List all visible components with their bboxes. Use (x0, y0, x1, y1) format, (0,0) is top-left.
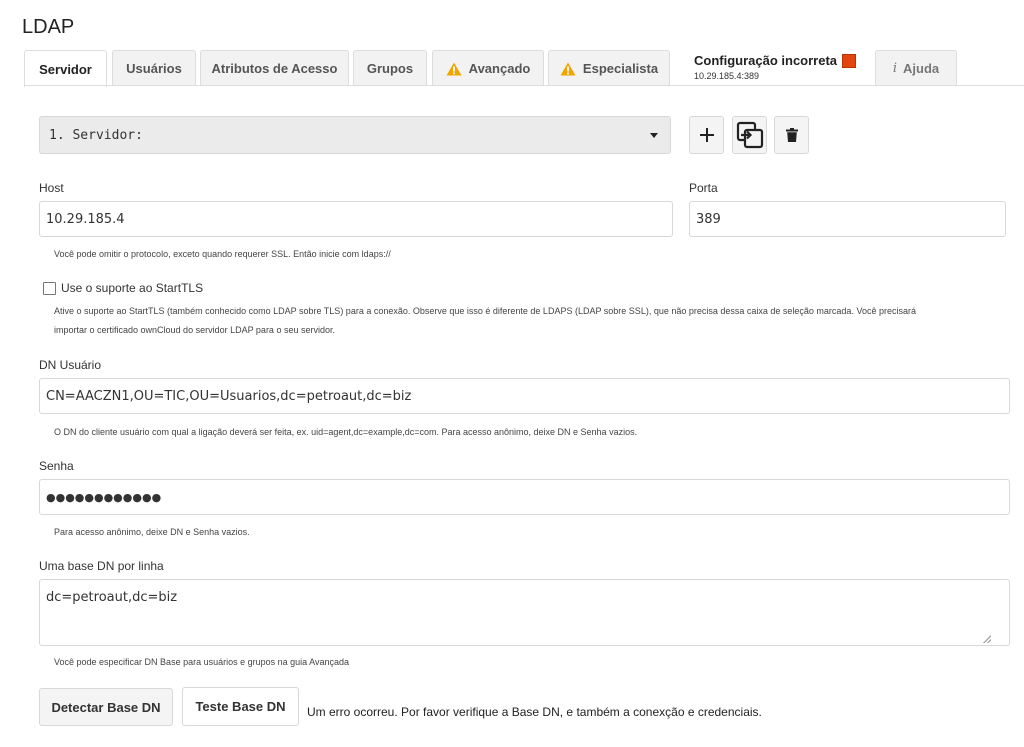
add-server-button[interactable] (689, 116, 724, 154)
user-dn-hint: O DN do cliente usuário com qual a ligaç… (54, 427, 638, 437)
base-dn-hint: Você pode especificar DN Base para usuár… (54, 657, 350, 667)
status-address: 10.29.185.4:389 (694, 71, 760, 81)
password-hint: Para acesso anônimo, deixe DN e Senha va… (54, 527, 250, 537)
status-indicator (842, 53, 857, 68)
info-icon: i (892, 61, 898, 76)
tab-atributos-de-acesso[interactable]: Atributos de Acesso (200, 50, 349, 86)
tab-usuarios[interactable]: Usuários (112, 50, 196, 86)
user-dn-input[interactable]: CN=AACZN1,OU=TIC,OU=Usuarios,dc=petroaut… (39, 378, 1010, 414)
tab-label: Ajuda (903, 61, 940, 76)
host-label: Host (39, 181, 64, 195)
tab-avancado[interactable]: Avançado (432, 50, 544, 86)
tab-especialista[interactable]: Especialista (548, 50, 670, 86)
starttls-hint-line-2: importar o certificado ownCloud do servi… (54, 325, 335, 335)
warning-icon (560, 62, 576, 76)
error-message: Um erro ocorreu. Por favor verifique a B… (307, 705, 762, 719)
user-dn-label: DN Usuário (39, 358, 102, 372)
host-input[interactable]: 10.29.185.4 (39, 201, 673, 237)
chevron-down-icon (650, 132, 658, 138)
tabs-divider (24, 85, 1024, 86)
test-base-dn-button[interactable]: Teste Base DN (182, 687, 299, 726)
tab-servidor[interactable]: Servidor (24, 50, 107, 87)
starttls-label[interactable]: Use o suporte ao StartTLS (61, 281, 203, 295)
tab-grupos[interactable]: Grupos (353, 50, 427, 86)
copy-icon (736, 121, 763, 149)
port-input[interactable]: 389 (689, 201, 1006, 237)
starttls-hint-line-1: Ative o suporte ao StartTLS (também conh… (54, 306, 916, 316)
server-select-value: 1. Servidor: (49, 127, 143, 143)
port-label: Porta (689, 181, 718, 195)
plus-icon (699, 128, 714, 142)
config-status: Configuração incorreta 10.29.185.4:389 (694, 53, 857, 81)
delete-server-button[interactable] (774, 116, 809, 154)
base-dn-textarea[interactable]: dc=petroaut,dc=biz (39, 579, 1010, 646)
base-dn-value: dc=petroaut,dc=biz (46, 590, 178, 605)
password-input[interactable]: ●●●●●●●●●●●● (39, 479, 1010, 515)
tab-ajuda[interactable]: i Ajuda (875, 50, 957, 86)
tab-label: Atributos de Acesso (211, 61, 338, 76)
status-title: Configuração incorreta (694, 53, 838, 68)
tab-label: Avançado (468, 61, 531, 76)
detect-base-dn-button[interactable]: Detectar Base DN (39, 688, 173, 726)
starttls-checkbox[interactable] (43, 282, 56, 295)
password-label: Senha (39, 459, 74, 473)
host-hint: Você pode omitir o protocolo, exceto qua… (54, 249, 391, 259)
tab-label: Grupos (366, 61, 414, 76)
tab-label: Especialista (582, 61, 659, 76)
tab-label: Usuários (126, 61, 182, 76)
trash-icon (785, 128, 798, 142)
server-select[interactable]: 1. Servidor: (39, 116, 671, 154)
warning-icon (446, 62, 462, 76)
base-dn-label: Uma base DN por linha (39, 559, 164, 573)
tab-label: Servidor (39, 61, 92, 77)
copy-server-button[interactable] (732, 116, 767, 154)
resize-handle-icon[interactable] (983, 635, 991, 643)
page-title: LDAP (22, 16, 75, 38)
